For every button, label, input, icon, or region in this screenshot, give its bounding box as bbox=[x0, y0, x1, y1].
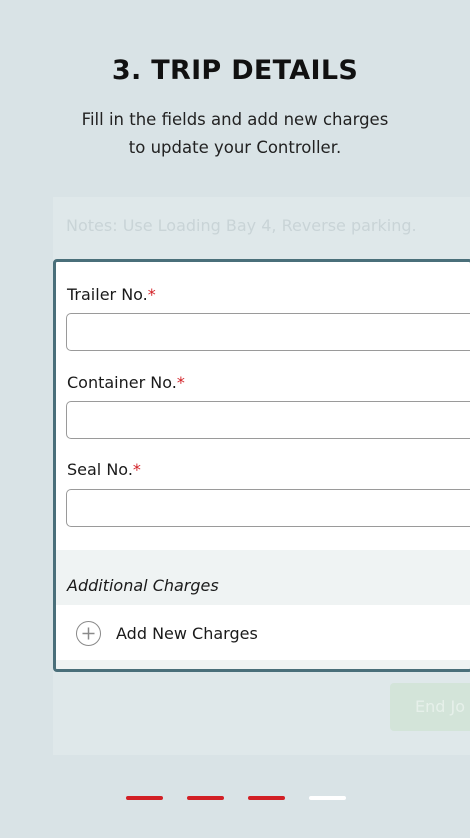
required-mark: * bbox=[132, 460, 141, 479]
trip-details-panel: Trailer No.* Container No.* Seal No.* Ad… bbox=[53, 259, 470, 672]
end-job-button: End Jo bbox=[390, 683, 470, 731]
required-mark: * bbox=[147, 285, 156, 304]
page-title: 3. TRIP DETAILS bbox=[111, 55, 359, 86]
add-new-charges-label: Add New Charges bbox=[116, 623, 258, 643]
container-input[interactable] bbox=[66, 401, 470, 439]
trailer-input[interactable] bbox=[66, 313, 470, 351]
page-indicator-dot bbox=[309, 796, 346, 800]
background-notes: Notes: Use Loading Bay 4, Reverse parkin… bbox=[66, 216, 417, 235]
container-label-text: Container No. bbox=[67, 373, 177, 392]
container-label: Container No.* bbox=[67, 373, 185, 392]
page-indicator-dot bbox=[126, 796, 163, 800]
page-indicator-dot bbox=[248, 796, 285, 800]
panel-bottom-band bbox=[56, 660, 470, 669]
page-indicator bbox=[126, 796, 346, 800]
trailer-label: Trailer No.* bbox=[67, 285, 156, 304]
page-indicator-dot bbox=[187, 796, 224, 800]
seal-label: Seal No.* bbox=[67, 460, 141, 479]
add-new-charges-button[interactable]: Add New Charges bbox=[76, 618, 258, 648]
seal-label-text: Seal No. bbox=[67, 460, 133, 479]
subtitle-line-1: Fill in the fields and add new charges bbox=[81, 110, 389, 129]
subtitle-line-2: to update your Controller. bbox=[128, 138, 342, 157]
plus-circle-icon bbox=[76, 620, 101, 646]
trailer-label-text: Trailer No. bbox=[67, 285, 148, 304]
seal-input[interactable] bbox=[66, 489, 470, 527]
required-mark: * bbox=[176, 373, 185, 392]
additional-charges-title: Additional Charges bbox=[67, 576, 219, 595]
page-subtitle: Fill in the fields and add new charges t… bbox=[40, 106, 430, 162]
